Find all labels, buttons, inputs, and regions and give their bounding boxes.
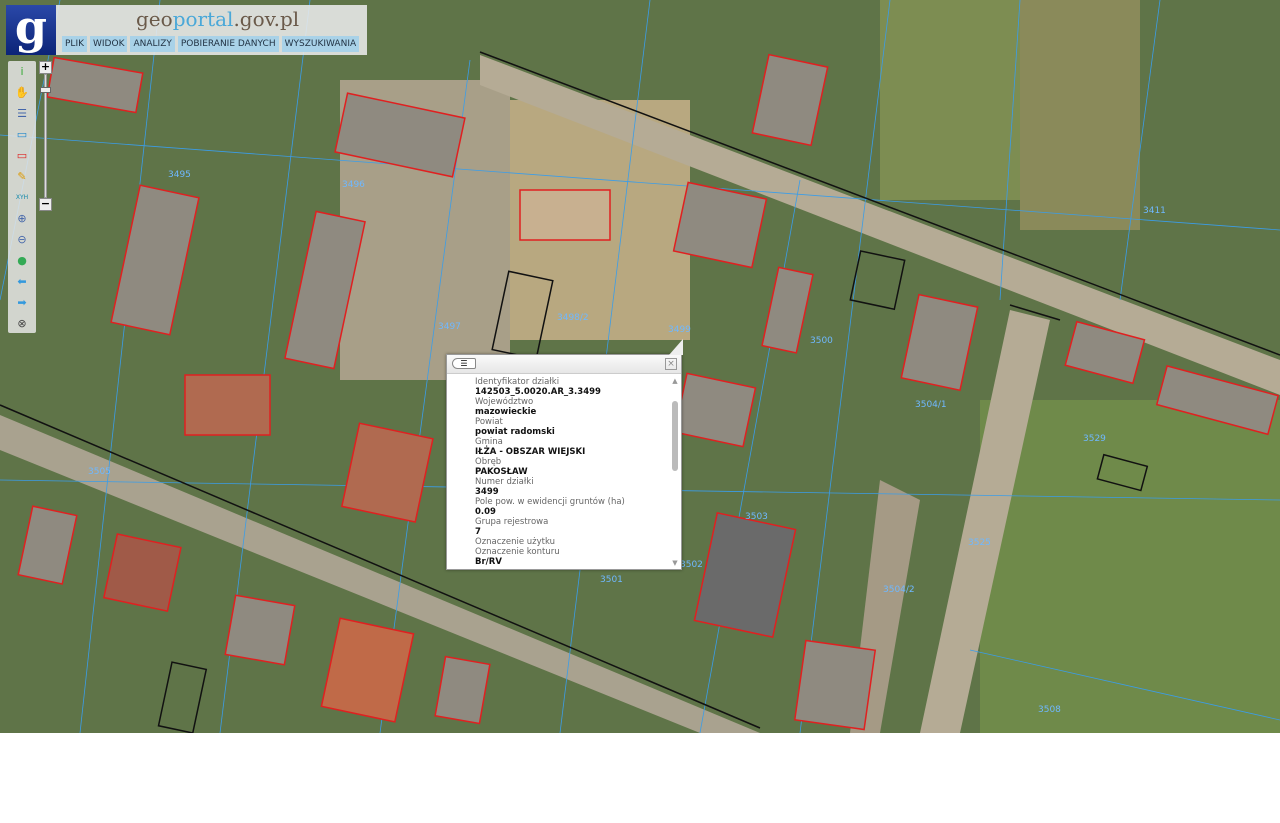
site-title-part: portal [172,7,234,31]
back-arrow-tool[interactable]: ⬅ [8,271,36,292]
field-value: powiat radomski [475,427,555,437]
title-bar: geoportal.gov.pl PLIK WIDOK ANALIZY POBI… [56,5,367,55]
site-title: geoportal.gov.pl [136,7,299,31]
select-red-icon: ▭ [16,149,28,162]
parcel-label: 3505 [88,467,111,477]
zoom-thumb[interactable] [40,87,51,93]
popup-close-button[interactable]: × [665,358,677,370]
popup-header: ☰ × [447,355,681,374]
field-value: PAKOSŁAW [475,467,528,477]
map-toolbar: i ✋ ☰ ▭ ▭ ✎ XYH ⊕ ⊖ ● ⬅ ➡ ⊗ [8,61,36,333]
parcel-info-popup: ☰ × Identyfikator działki 142503_5.0020.A… [446,339,683,570]
geoportal-logo[interactable]: g [6,4,56,55]
field-value: IŁŻA - OBSZAR WIEJSKI [475,447,586,457]
menu-plik[interactable]: PLIK [62,36,87,52]
parcel-label: 3497 [438,322,461,332]
parcel-label: 3495 [168,170,191,180]
select-blue-tool[interactable]: ▭ [8,124,36,145]
scroll-thumb[interactable] [672,401,678,471]
popup-list-button[interactable]: ☰ [452,358,476,369]
xyh-tool[interactable]: XYH [8,187,36,208]
back-arrow-icon: ⬅ [17,275,27,288]
parcel-label: 3411 [1143,206,1166,216]
parcel-label: 3499 [668,325,691,335]
select-blue-icon: ▭ [16,128,28,141]
parcel-label: 3500 [810,336,833,346]
menu-analizy[interactable]: ANALIZY [130,36,175,52]
zoom-in-button[interactable]: + [39,61,52,74]
app-header: g geoportal.gov.pl PLIK WIDOK ANALIZY PO… [6,4,367,55]
zoom-out-icon: ⊖ [17,233,27,246]
scroll-up-icon[interactable]: ▲ [671,377,679,385]
scroll-down-icon[interactable]: ▼ [671,559,679,567]
menu-widok[interactable]: WIDOK [90,36,128,52]
parcel-label: 3529 [1083,434,1106,444]
site-title-part: geo [136,7,173,31]
field-value: mazowieckie [475,407,537,417]
zoom-track[interactable] [40,74,51,198]
field-label: Obręb [475,457,502,467]
parcel-label: 3498/2 [557,313,589,323]
menu-pobieranie-danych[interactable]: POBIERANIE DANYCH [177,36,279,52]
parcel-label: 3496 [342,180,365,190]
info-icon: i [20,65,24,78]
popup-scrollbar[interactable]: ▲ ▼ [671,377,679,567]
field-label: Powiat [475,417,503,427]
zoom-in-icon: ⊕ [17,212,27,225]
globe-tool[interactable]: ● [8,250,36,271]
popup-fields: Identyfikator działki 142503_5.0020.AR_3.… [475,377,665,567]
parcel-label: 3501 [600,575,623,585]
full-extent-tool[interactable]: ⊗ [8,313,36,334]
parcel-label: 3504/2 [883,585,915,595]
menu-wyszukiwania[interactable]: WYSZUKIWANIA [281,36,360,52]
info-tool[interactable]: i [8,61,36,82]
field-label: Województwo [475,397,534,407]
field-label: Grupa rejestrowa [475,517,549,527]
pan-hand-tool[interactable]: ✋ [8,82,36,103]
field-label: Numer działki [475,477,534,487]
field-label: Gmina [475,437,503,447]
legend-tool[interactable]: ☰ [8,103,36,124]
parcel-label: 3502 [680,560,703,570]
zoom-slider[interactable]: + − [39,61,52,213]
field-label: Oznaczenie użytku [475,537,556,547]
field-value: Br/RV [475,557,502,567]
pencil-tool[interactable]: ✎ [8,166,36,187]
site-title-part: .gov.pl [233,7,300,31]
field-label: Pole pow. w ewidencji gruntów (ha) [475,497,625,507]
field-value: 142503_5.0020.AR_3.3499 [475,387,601,397]
zoom-out-tool[interactable]: ⊖ [8,229,36,250]
field-value: 7 [475,527,481,537]
field-label: Oznaczenie konturu [475,547,560,557]
field-value: 0.09 [475,507,496,517]
zoom-in-tool[interactable]: ⊕ [8,208,36,229]
full-extent-icon: ⊗ [17,317,27,330]
pencil-icon: ✎ [17,170,27,183]
xyh-icon: XYH [15,194,29,201]
field-value: 3499 [475,487,499,497]
parcel-label: 3504/1 [915,400,947,410]
legend-icon: ☰ [17,107,27,120]
forward-arrow-icon: ➡ [17,296,27,309]
parcel-label: 3525 [968,538,991,548]
zoom-out-button[interactable]: − [39,198,52,211]
parcel-label: 3503 [745,512,768,522]
parcel-label: 3508 [1038,705,1061,715]
select-red-tool[interactable]: ▭ [8,145,36,166]
main-menu: PLIK WIDOK ANALIZY POBIERANIE DANYCH WYS… [62,36,360,52]
field-label: Identyfikator działki [475,377,560,387]
forward-arrow-tool[interactable]: ➡ [8,292,36,313]
globe-icon: ● [17,254,27,267]
pan-hand-icon: ✋ [15,86,29,99]
